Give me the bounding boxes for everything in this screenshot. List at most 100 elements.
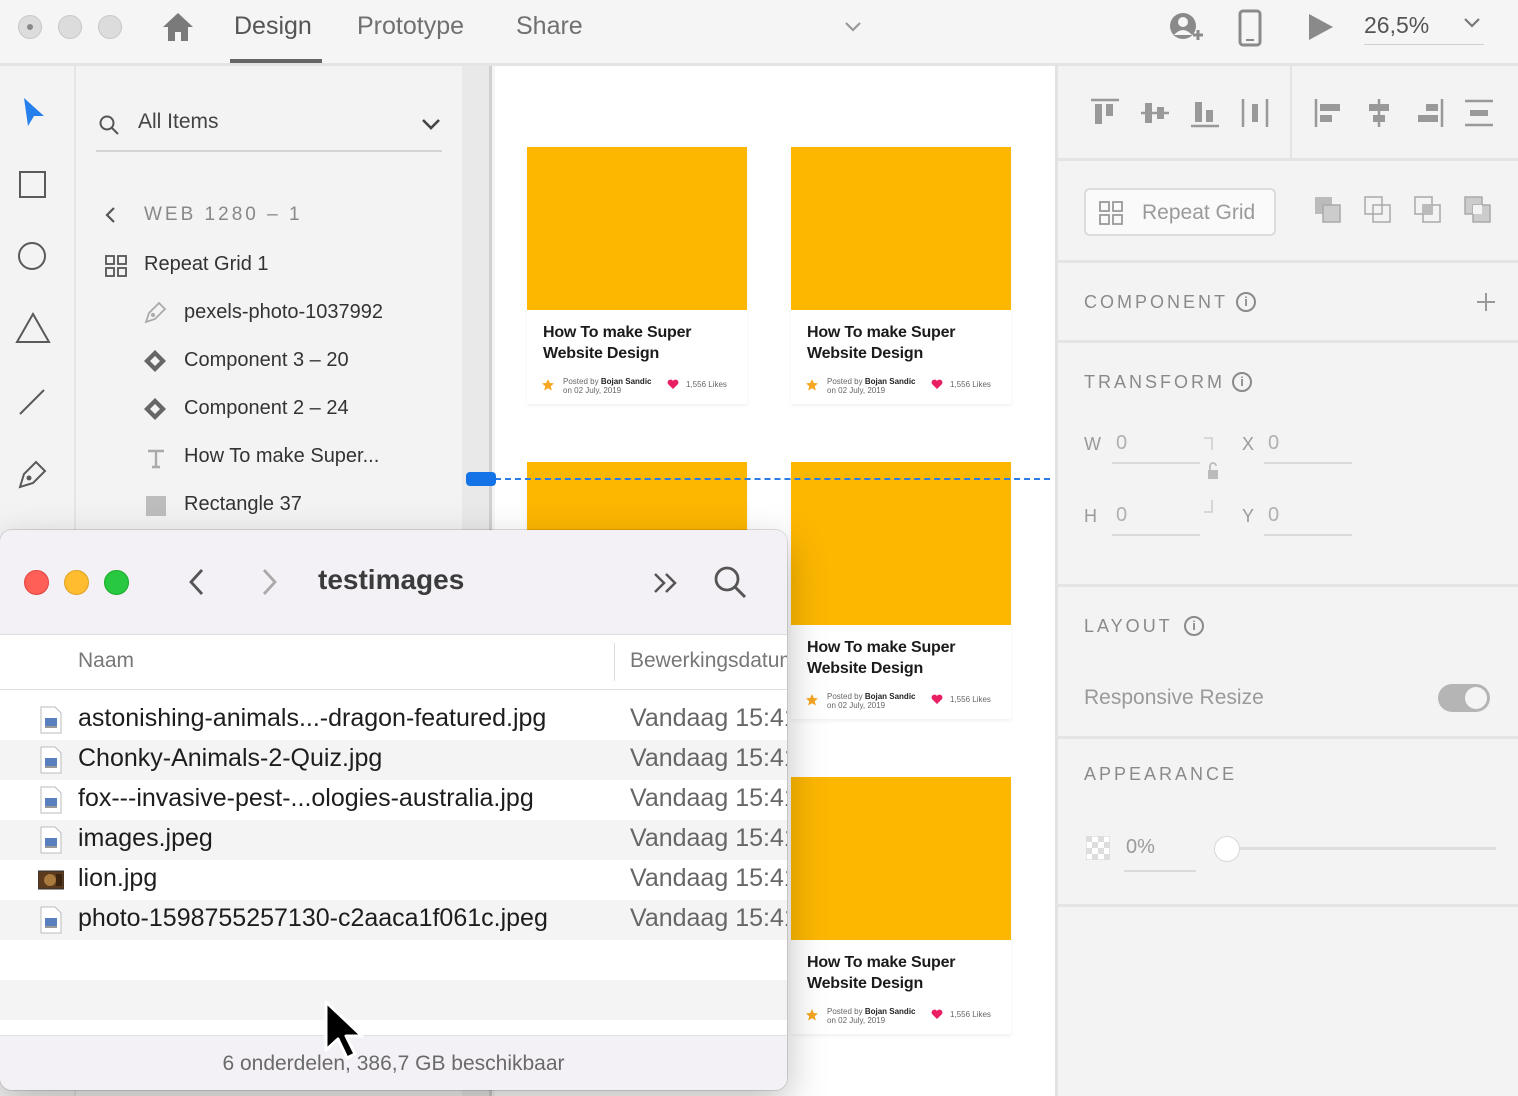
height-label: H bbox=[1084, 506, 1097, 526]
align-bottom-icon[interactable] bbox=[1188, 96, 1222, 130]
ellipse-tool-icon[interactable] bbox=[14, 238, 52, 276]
chevron-down-icon[interactable] bbox=[842, 16, 864, 36]
y-input[interactable]: 0 bbox=[1268, 504, 1279, 527]
section-divider bbox=[1058, 904, 1518, 907]
back-chevron-icon[interactable] bbox=[102, 204, 118, 226]
file-row[interactable]: fox---invasive-pest-...ologies-australia… bbox=[0, 780, 787, 820]
responsive-resize-toggle[interactable] bbox=[1438, 684, 1490, 712]
column-divider[interactable] bbox=[614, 643, 615, 681]
finder-minimize-button[interactable] bbox=[64, 570, 89, 595]
file-name: fox---invasive-pest-...ologies-australia… bbox=[78, 784, 534, 812]
forward-icon[interactable] bbox=[256, 566, 282, 598]
star-icon bbox=[806, 379, 818, 391]
card[interactable]: How To make Super Website Design Posted b… bbox=[791, 462, 1011, 719]
guide-handle[interactable] bbox=[466, 472, 496, 486]
play-icon[interactable] bbox=[1306, 8, 1336, 48]
boolean-exclude-icon[interactable] bbox=[1462, 194, 1494, 226]
lock-aspect-icon[interactable] bbox=[1200, 436, 1224, 514]
layer-item-component-3[interactable]: Component 3 – 20 bbox=[184, 349, 349, 372]
card-title: How To make Super Website Design bbox=[543, 324, 692, 362]
tab-design[interactable]: Design bbox=[234, 12, 312, 41]
image-pen-icon bbox=[144, 301, 167, 324]
zoom-level[interactable]: 26,5% bbox=[1364, 12, 1429, 39]
width-input[interactable]: 0 bbox=[1116, 432, 1127, 455]
boolean-subtract-icon[interactable] bbox=[1362, 194, 1394, 226]
file-name: astonishing-animals...-dragon-featured.j… bbox=[78, 704, 547, 732]
finder-toolbar: testimages bbox=[0, 530, 787, 635]
layer-item-rectangle[interactable]: Rectangle 37 bbox=[184, 493, 302, 516]
height-input[interactable]: 0 bbox=[1116, 504, 1127, 527]
tab-share[interactable]: Share bbox=[516, 12, 583, 41]
star-icon bbox=[542, 379, 554, 391]
empty-row bbox=[0, 980, 787, 1020]
heart-icon bbox=[931, 694, 943, 704]
file-date: Vandaag 15:41 bbox=[630, 904, 787, 932]
property-inspector: Repeat Grid COMPONENT i TRANSFORM i W 0 … bbox=[1055, 66, 1518, 1096]
home-icon[interactable] bbox=[160, 10, 196, 44]
window-zoom-button[interactable] bbox=[98, 15, 122, 39]
finder-zoom-button[interactable] bbox=[104, 570, 129, 595]
file-row[interactable]: astonishing-animals...-dragon-featured.j… bbox=[0, 700, 787, 740]
share-user-icon[interactable] bbox=[1166, 8, 1206, 48]
file-row[interactable]: lion.jpg Vandaag 15:41 bbox=[0, 860, 787, 900]
line-tool-icon[interactable] bbox=[14, 382, 52, 420]
info-icon[interactable]: i bbox=[1184, 616, 1204, 636]
layer-item-repeat-grid[interactable]: Repeat Grid 1 bbox=[144, 253, 269, 276]
opacity-slider-thumb[interactable] bbox=[1214, 836, 1240, 862]
file-row[interactable]: images.jpeg Vandaag 15:41 bbox=[0, 820, 787, 860]
distribute-vertical-icon[interactable] bbox=[1462, 96, 1496, 130]
component-section-title: COMPONENT bbox=[1084, 292, 1228, 312]
file-row[interactable]: photo-1598755257130-c2aaca1f061c.jpeg Va… bbox=[0, 900, 787, 940]
card[interactable]: How To make Super Website Design Posted b… bbox=[791, 147, 1011, 404]
boolean-intersect-icon[interactable] bbox=[1412, 194, 1444, 226]
card-likes: 1,556 Likes bbox=[950, 695, 991, 704]
opacity-slider-track[interactable] bbox=[1226, 847, 1496, 850]
repeat-grid-button[interactable]: Repeat Grid bbox=[1084, 188, 1276, 236]
info-icon[interactable]: i bbox=[1236, 292, 1256, 312]
file-name: Chonky-Animals-2-Quiz.jpg bbox=[78, 744, 383, 772]
back-icon[interactable] bbox=[184, 566, 210, 598]
card[interactable]: How To make Super Website Design Posted b… bbox=[527, 147, 747, 404]
image-file-icon bbox=[40, 826, 62, 854]
file-row[interactable]: Chonky-Animals-2-Quiz.jpg Vandaag 15:41 bbox=[0, 740, 787, 780]
x-label: X bbox=[1242, 434, 1255, 454]
align-middle-icon[interactable] bbox=[1138, 96, 1172, 130]
more-toolbar-icon[interactable] bbox=[650, 568, 684, 598]
column-date-modified[interactable]: Bewerkingsdatum bbox=[630, 649, 787, 673]
align-right-icon[interactable] bbox=[1412, 96, 1446, 130]
card[interactable]: How To make Super Website Design Posted b… bbox=[791, 777, 1011, 1034]
file-date: Vandaag 15:41 bbox=[630, 704, 787, 732]
layers-filter[interactable]: All Items bbox=[96, 102, 442, 152]
tab-prototype[interactable]: Prototype bbox=[357, 12, 464, 41]
column-name[interactable]: Naam bbox=[78, 649, 134, 673]
finder-close-button[interactable] bbox=[24, 570, 49, 595]
window-close-button[interactable] bbox=[18, 15, 42, 39]
star-icon bbox=[806, 694, 818, 706]
boolean-add-icon[interactable] bbox=[1312, 194, 1344, 226]
card-date: on 02 July, 2019 bbox=[827, 701, 886, 710]
select-tool-icon[interactable] bbox=[14, 94, 52, 132]
align-top-icon[interactable] bbox=[1088, 96, 1122, 130]
zoom-chevron-down-icon[interactable] bbox=[1462, 14, 1482, 32]
opacity-input[interactable]: 0% bbox=[1126, 836, 1155, 859]
x-input[interactable]: 0 bbox=[1268, 432, 1279, 455]
window-minimize-button[interactable] bbox=[58, 15, 82, 39]
device-preview-icon[interactable] bbox=[1236, 8, 1264, 48]
card-image bbox=[791, 462, 1011, 625]
align-center-icon[interactable] bbox=[1362, 96, 1396, 130]
finder-folder-title: testimages bbox=[318, 564, 465, 595]
rectangle-tool-icon[interactable] bbox=[14, 166, 52, 204]
search-icon[interactable] bbox=[712, 564, 748, 600]
file-name: images.jpeg bbox=[78, 824, 213, 852]
layer-item-component-2[interactable]: Component 2 – 24 bbox=[184, 397, 349, 420]
add-component-icon[interactable] bbox=[1474, 290, 1498, 314]
pen-tool-icon[interactable] bbox=[14, 454, 52, 492]
distribute-horizontal-icon[interactable] bbox=[1238, 96, 1272, 130]
responsive-resize-label: Responsive Resize bbox=[1084, 686, 1264, 709]
layer-item-text[interactable]: How To make Super... bbox=[184, 445, 379, 468]
chevron-down-icon[interactable] bbox=[420, 116, 442, 134]
info-icon[interactable]: i bbox=[1232, 372, 1252, 392]
layer-item-pexels-photo[interactable]: pexels-photo-1037992 bbox=[184, 301, 383, 324]
polygon-tool-icon[interactable] bbox=[14, 310, 52, 348]
align-left-icon[interactable] bbox=[1312, 96, 1346, 130]
